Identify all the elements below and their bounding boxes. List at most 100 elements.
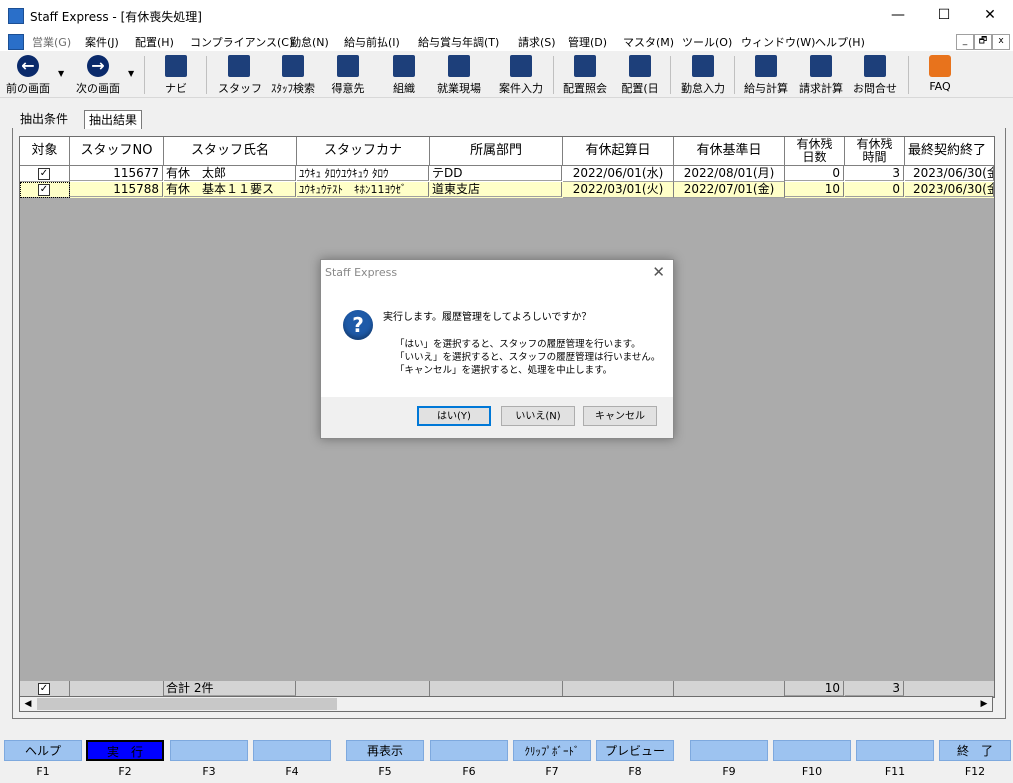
col-header-remaining-days[interactable]: 有休残 日数 (785, 137, 845, 166)
inquiry-button[interactable]: お問合せ (850, 53, 900, 96)
last-contract-cell[interactable]: 2023/06/30(金 (905, 166, 994, 181)
col-header-last-contract-end[interactable]: 最終契約終了 (905, 137, 994, 166)
leave-base-cell[interactable]: 2022/08/01(月) (674, 166, 785, 182)
table-row[interactable]: ✓ 115677 有休 太郎 ﾕｳｷｭ ﾀﾛｳﾕｳｷｭｳ ﾀﾛｳ テDD 202… (20, 166, 994, 182)
forward-dropdown-icon[interactable]: ▼ (128, 69, 134, 78)
staff-search-button[interactable]: ｽﾀｯﾌ検索 (266, 53, 320, 96)
menu-attendance[interactable]: 勤怠(N) (290, 34, 329, 50)
col-header-target[interactable]: 対象 (20, 137, 70, 166)
back-dropdown-icon[interactable]: ▼ (58, 69, 64, 78)
assign-query-button[interactable]: 配置照会 (558, 53, 612, 96)
remaining-days-cell[interactable]: 0 (785, 166, 844, 181)
col-header-department[interactable]: 所属部門 (430, 137, 563, 166)
col-header-staff-kana[interactable]: スタッフカナ (297, 137, 430, 166)
scrollbar-thumb[interactable] (37, 698, 337, 710)
row-checkbox[interactable]: ✓ (38, 168, 50, 180)
cancel-button[interactable]: キャンセル (583, 406, 657, 426)
forward-button[interactable]: → 次の画面 (74, 53, 122, 96)
leave-start-cell[interactable]: 2022/06/01(水) (563, 166, 674, 182)
col-header-remaining-hours[interactable]: 有休残 時間 (845, 137, 905, 166)
department-cell[interactable]: 道東支店 (430, 182, 562, 197)
staff-kana-cell[interactable]: ﾕｳｷｭｳﾃｽﾄ ｷﾎﾝ11ﾖｳｾﾞ (297, 182, 429, 197)
remaining-days-cell[interactable]: 10 (785, 182, 844, 197)
assign-query-icon (574, 55, 596, 77)
mdi-restore-button[interactable]: 🗗 (974, 34, 992, 50)
tab-conditions[interactable]: 抽出条件 (16, 110, 72, 128)
menu-window[interactable]: ウィンドウ(W) (741, 34, 815, 50)
fkey-exit-button[interactable]: 終 了 (939, 740, 1011, 761)
fkey-preview-button[interactable]: プレビュー (596, 740, 674, 761)
dialog-close-icon[interactable]: ✕ (652, 263, 665, 281)
row-target-cell[interactable]: ✓ (20, 182, 70, 198)
menu-payroll-bonus[interactable]: 給与賞与年調(T) (418, 34, 499, 50)
fkey-f10-button[interactable] (773, 740, 851, 761)
menu-management[interactable]: 管理(D) (568, 34, 607, 50)
leave-start-cell[interactable]: 2022/03/01(火) (563, 182, 674, 198)
payroll-calc-button[interactable]: 給与計算 (740, 53, 792, 96)
col-header-staff-name[interactable]: スタッフ氏名 (164, 137, 297, 166)
leave-base-cell[interactable]: 2022/07/01(金) (674, 182, 785, 198)
fkey-f4-button[interactable] (253, 740, 331, 761)
scroll-right-icon[interactable]: ▶ (976, 697, 992, 711)
menu-case[interactable]: 案件(J) (85, 34, 119, 50)
back-button[interactable]: ← 前の画面 (4, 53, 52, 96)
fkey-refresh-button[interactable]: 再表示 (346, 740, 424, 761)
fkey-f3-button[interactable] (170, 740, 248, 761)
menu-sales[interactable]: 営業(G) (32, 34, 71, 50)
remaining-hours-cell[interactable]: 3 (845, 166, 904, 181)
billing-calc-button[interactable]: 請求計算 (794, 53, 848, 96)
staff-no-cell[interactable]: 115677 (70, 166, 163, 181)
menu-tools[interactable]: ツール(O) (682, 34, 732, 50)
remaining-hours-cell[interactable]: 0 (845, 182, 904, 197)
assign-day-button[interactable]: 配置(日 (616, 53, 664, 96)
menu-master[interactable]: マスタ(M) (623, 34, 674, 50)
maximize-button[interactable]: ☐ (921, 0, 967, 31)
navi-button[interactable]: ナビ (158, 53, 194, 96)
select-all-checkbox[interactable]: ✓ (38, 683, 50, 695)
case-input-button[interactable]: 案件入力 (494, 53, 548, 96)
staff-name-cell[interactable]: 有休 基本１１要ス (164, 182, 296, 197)
organization-button[interactable]: 組織 (384, 53, 424, 96)
close-button[interactable]: ✕ (967, 0, 1013, 31)
customer-button[interactable]: 得意先 (326, 53, 370, 96)
scroll-left-icon[interactable]: ◀ (20, 697, 36, 711)
fkey-f11-button[interactable] (856, 740, 934, 761)
attendance-icon (692, 55, 714, 77)
menu-billing[interactable]: 請求(S) (518, 34, 556, 50)
minimize-button[interactable]: — (875, 0, 921, 31)
fkey-f9-button[interactable] (690, 740, 768, 761)
totals-check-cell[interactable]: ✓ (20, 681, 70, 697)
mdi-app-icon[interactable] (8, 34, 24, 50)
col-header-staff-no[interactable]: スタッフNO (70, 137, 164, 166)
navi-icon (165, 55, 187, 77)
last-contract-cell[interactable]: 2023/06/30(金 (905, 182, 994, 197)
department-cell[interactable]: テDD (430, 166, 562, 181)
table-row-selected[interactable]: ✓ 115788 有休 基本１１要ス ﾕｳｷｭｳﾃｽﾄ ｷﾎﾝ11ﾖｳｾﾞ 道東… (20, 182, 994, 198)
fkey-help-button[interactable]: ヘルプ (4, 740, 82, 761)
staff-kana-cell[interactable]: ﾕｳｷｭ ﾀﾛｳﾕｳｷｭｳ ﾀﾛｳ (297, 166, 429, 181)
tab-results[interactable]: 抽出結果 (84, 110, 143, 129)
col-header-leave-base[interactable]: 有休基準日 (674, 137, 785, 166)
no-button[interactable]: いいえ(N) (501, 406, 575, 426)
menu-help[interactable]: ヘルプ(H) (815, 34, 865, 50)
menu-compliance[interactable]: コンプライアンス(C) (190, 34, 293, 50)
menu-advance-pay[interactable]: 給与前払(I) (344, 34, 400, 50)
work-site-button[interactable]: 就業現場 (432, 53, 486, 96)
menu-assign[interactable]: 配置(H) (135, 34, 174, 50)
mdi-minimize-button[interactable]: _ (956, 34, 974, 50)
fkey-f6-button[interactable] (430, 740, 508, 761)
col-header-leave-start[interactable]: 有休起算日 (563, 137, 674, 166)
mdi-close-button[interactable]: x (992, 34, 1010, 50)
row-target-cell[interactable]: ✓ (20, 166, 70, 182)
staff-name-cell[interactable]: 有休 太郎 (164, 166, 296, 181)
row-checkbox[interactable]: ✓ (38, 184, 50, 196)
dialog-line-yes: 「はい」を選択すると、スタッフの履歴管理を行います。 (395, 339, 641, 350)
staff-button[interactable]: スタッフ (218, 53, 262, 96)
yes-button[interactable]: はい(Y) (417, 406, 491, 426)
faq-button[interactable]: FAQ (920, 53, 960, 93)
fkey-execute-button[interactable]: 実 行 (86, 740, 164, 761)
fkey-clipboard-button[interactable]: ｸﾘｯﾌﾟﾎﾞｰﾄﾞ (513, 740, 591, 761)
horizontal-scrollbar[interactable]: ◀ ▶ (19, 696, 993, 712)
staff-no-cell[interactable]: 115788 (70, 182, 163, 197)
attendance-input-button[interactable]: 勤怠入力 (676, 53, 730, 96)
